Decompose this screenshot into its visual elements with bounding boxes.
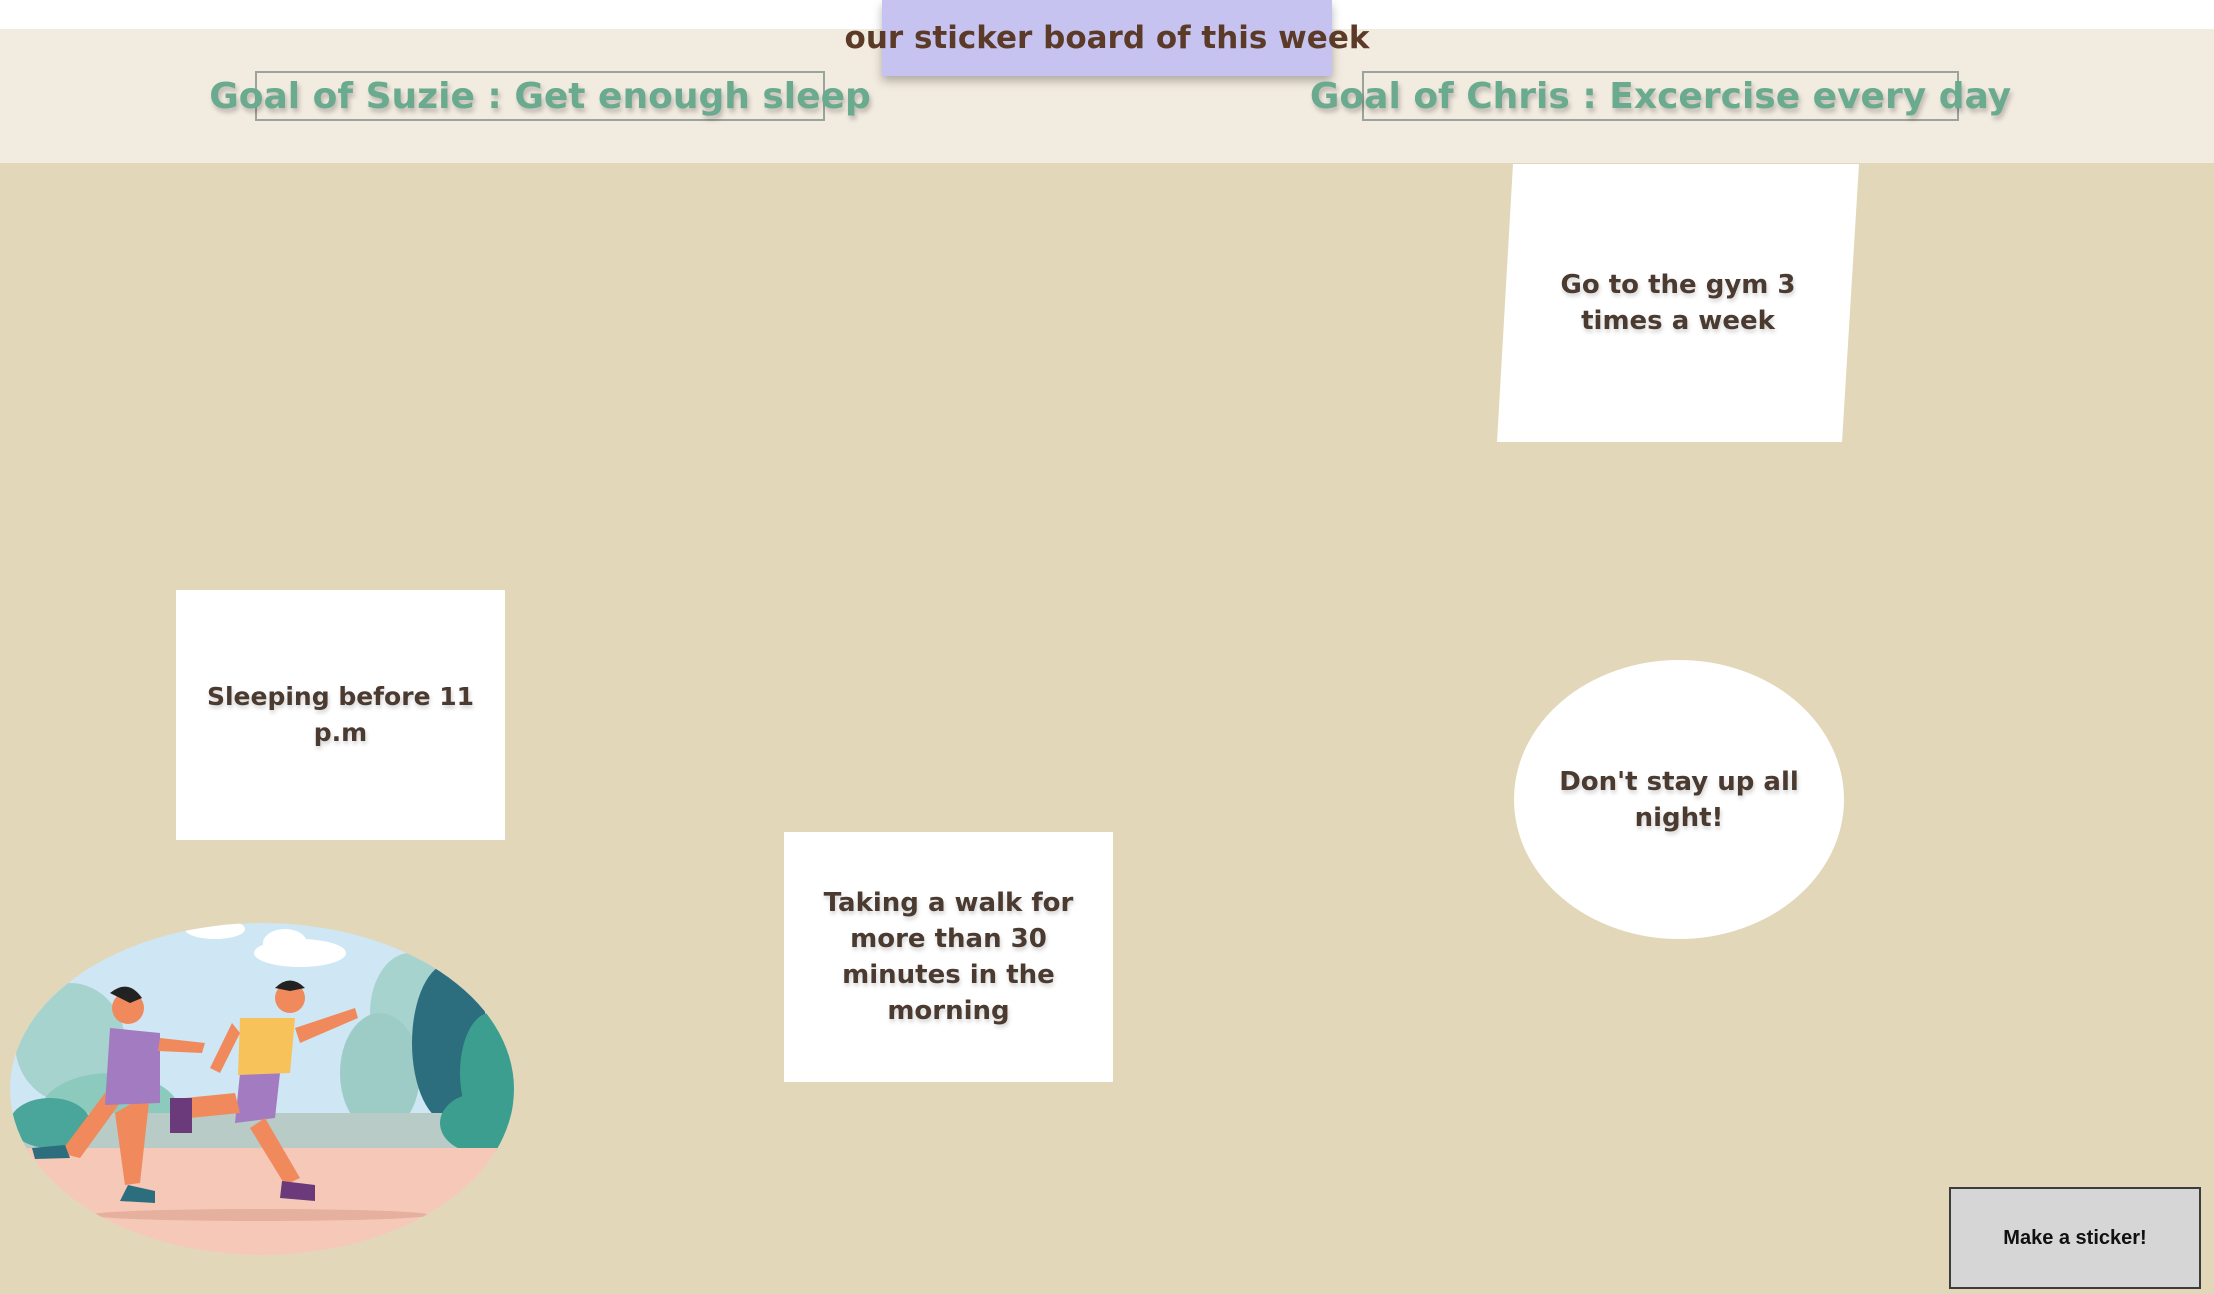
board-title: our sticker board of this week <box>845 0 1369 76</box>
sticker-gym[interactable]: Go to the gym 3 times a week <box>1497 164 1859 442</box>
sticker-night[interactable]: Don't stay up all night! <box>1514 660 1844 939</box>
sticker-walk[interactable]: Taking a walk for more than 30 minutes i… <box>784 832 1113 1082</box>
goal-chris: Goal of Chris : Excercise every day <box>1310 71 2011 121</box>
goal-suzie: Goal of Suzie : Get enough sleep <box>209 71 871 121</box>
jogging-illustration <box>10 923 514 1255</box>
sticker-sleep[interactable]: Sleeping before 11 p.m <box>176 590 505 840</box>
make-sticker-button[interactable]: Make a sticker! <box>1949 1187 2201 1289</box>
